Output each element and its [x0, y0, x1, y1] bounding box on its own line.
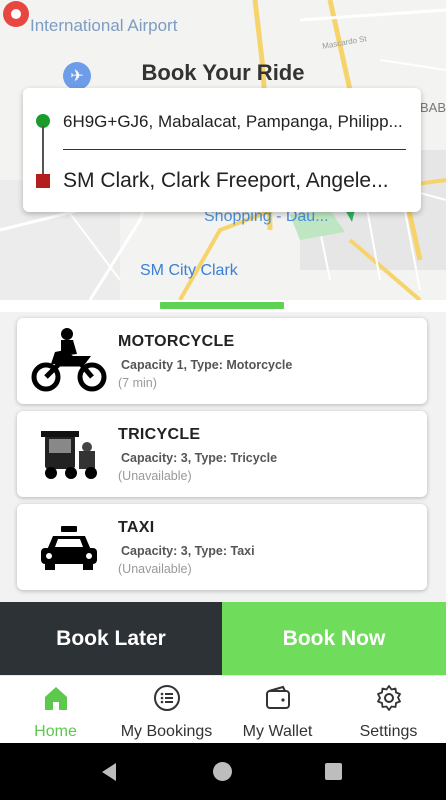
nav-item-settings[interactable]: Settings: [333, 676, 444, 744]
route-divider: [63, 149, 406, 150]
vehicle-details: Capacity: 3, Type: Tricycle: [121, 451, 278, 465]
page-title: Book Your Ride: [141, 60, 305, 85]
vehicle-option-tricycle[interactable]: TRICYCLE Capacity: 3, Type: Tricycle (Un…: [17, 411, 427, 497]
bottom-navigation: Home My Bookings My Wallet Settings: [0, 675, 446, 743]
vehicle-status: (7 min): [118, 376, 157, 390]
vehicle-option-taxi[interactable]: TAXI Capacity: 3, Type: Taxi (Unavailabl…: [17, 504, 427, 590]
wallet-icon: [265, 685, 290, 709]
vehicle-details: Capacity: 3, Type: Taxi: [121, 544, 255, 558]
route-connector: [42, 126, 44, 174]
vehicle-name: TRICYCLE: [118, 426, 201, 443]
sheet-drag-handle[interactable]: [160, 302, 284, 309]
home-icon: [44, 687, 67, 710]
route-card: 6H9G+GJ6, Mabalacat, Pampanga, Philipp..…: [23, 88, 421, 212]
nav-item-my-bookings[interactable]: My Bookings: [111, 676, 222, 744]
tricycle-icon: [41, 431, 97, 479]
vehicle-status: (Unavailable): [118, 562, 192, 576]
back-icon[interactable]: [100, 762, 118, 782]
nav-label: Home: [34, 723, 77, 740]
motorcycle-icon: [31, 328, 107, 392]
gear-icon: [376, 685, 401, 711]
origin-address[interactable]: 6H9G+GJ6, Mabalacat, Pampanga, Philipp..…: [63, 112, 408, 132]
home-circle-icon[interactable]: [213, 762, 232, 781]
nav-label: Settings: [359, 723, 418, 740]
nav-label: My Bookings: [120, 723, 213, 740]
vehicle-name: TAXI: [118, 519, 155, 536]
vehicle-details: Capacity 1, Type: Motorcycle: [121, 358, 293, 372]
system-navigation-bar: [0, 743, 446, 800]
map-label-airport: International Airport: [30, 16, 178, 35]
destination-marker-icon: [36, 174, 50, 188]
destination-address[interactable]: SM Clark, Clark Freeport, Angele...: [63, 169, 408, 193]
vehicle-list[interactable]: MOTORCYCLE Capacity 1, Type: Motorcycle …: [0, 312, 446, 602]
nav-label: My Wallet: [242, 723, 313, 740]
list-icon: [153, 685, 180, 711]
destination-pin-icon: [3, 1, 29, 27]
book-later-button[interactable]: Book Later: [0, 602, 222, 675]
vehicle-name: MOTORCYCLE: [118, 333, 235, 350]
vehicle-status: (Unavailable): [118, 469, 192, 483]
recent-apps-icon[interactable]: [325, 763, 342, 780]
nav-item-my-wallet[interactable]: My Wallet: [222, 676, 333, 744]
map-label-sm-city: SM City Clark: [140, 262, 238, 279]
nav-item-home[interactable]: Home: [0, 676, 111, 744]
taxi-icon: [41, 526, 97, 570]
book-now-button[interactable]: Book Now: [222, 602, 446, 675]
vehicle-option-motorcycle[interactable]: MOTORCYCLE Capacity 1, Type: Motorcycle …: [17, 318, 427, 404]
map-label-baba: BABA: [420, 100, 446, 115]
